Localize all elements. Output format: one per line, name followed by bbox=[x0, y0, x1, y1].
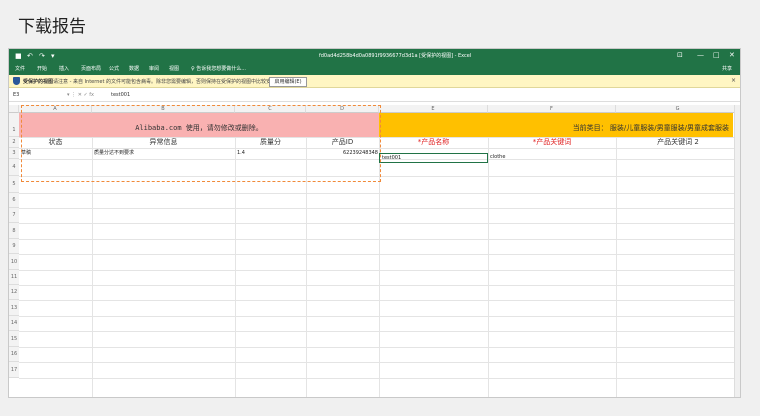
name-box[interactable]: E3 bbox=[13, 92, 59, 99]
row-header-7[interactable]: 7 bbox=[9, 208, 19, 223]
close-bar-icon[interactable]: × bbox=[731, 77, 736, 84]
customize-qat-icon[interactable]: ▾ bbox=[51, 51, 55, 61]
row-header-13[interactable]: 13 bbox=[9, 300, 19, 316]
row-header-8[interactable]: 8 bbox=[9, 223, 19, 239]
shield-icon bbox=[13, 77, 20, 85]
share-button[interactable]: 共享 bbox=[722, 65, 732, 72]
menu-data[interactable]: 数据 bbox=[129, 65, 139, 73]
save-icon[interactable]: ■ bbox=[15, 51, 22, 61]
minimize-icon[interactable]: — bbox=[697, 51, 704, 59]
tell-me-search[interactable]: ♀ 告诉我您想要做什么... bbox=[191, 65, 246, 73]
menu-page-layout[interactable]: 页面布局 bbox=[81, 65, 101, 73]
row-header-11[interactable]: 11 bbox=[9, 270, 19, 285]
menu-formulas[interactable]: 公式 bbox=[109, 65, 119, 73]
vertical-scrollbar[interactable] bbox=[734, 105, 740, 397]
row-header-5[interactable]: 5 bbox=[9, 176, 19, 193]
header-product-keyword[interactable]: *产品关键词 bbox=[488, 138, 616, 148]
cell-product-keyword-2[interactable] bbox=[618, 153, 738, 163]
protected-view-label: 受保护的视图 bbox=[23, 79, 54, 85]
gridline bbox=[488, 113, 489, 397]
column-header-e[interactable]: E bbox=[379, 105, 488, 113]
menu-file[interactable]: 文件 bbox=[15, 65, 25, 73]
row-header-17[interactable]: 17 bbox=[9, 362, 19, 378]
row-header-6[interactable]: 6 bbox=[9, 193, 19, 208]
gridline bbox=[616, 113, 617, 397]
row-header-15[interactable]: 15 bbox=[9, 331, 19, 347]
menu-home[interactable]: 开始 bbox=[37, 65, 47, 73]
highlight-box bbox=[21, 105, 381, 182]
row-header-16[interactable]: 16 bbox=[9, 347, 19, 362]
row-header-2[interactable]: 2 bbox=[9, 137, 19, 148]
formula-input[interactable]: test001 bbox=[111, 92, 130, 98]
maximize-icon[interactable]: □ bbox=[713, 51, 720, 59]
close-icon[interactable]: ✕ bbox=[729, 51, 735, 59]
menu-insert[interactable]: 插入 bbox=[59, 65, 69, 73]
row-header-9[interactable]: 9 bbox=[9, 239, 19, 254]
select-all-corner[interactable] bbox=[9, 105, 19, 113]
formula-bar: E3 ▾ ⋮ ✕ ✓ fx test001 bbox=[9, 91, 740, 102]
row-header-10[interactable]: 10 bbox=[9, 254, 19, 270]
column-header-g[interactable]: G bbox=[616, 105, 740, 113]
row-header-14[interactable]: 14 bbox=[9, 316, 19, 331]
menu-review[interactable]: 审阅 bbox=[149, 65, 159, 73]
window-title: fd0ad4d258b4d0a0891f9936677d3d1a [受保护的视图… bbox=[319, 53, 472, 59]
title-bar: ■ ↶ ↷ ▾ fd0ad4d258b4d0a0891f9936677d3d1a… bbox=[9, 49, 740, 75]
ribbon-display-icon[interactable]: ⊡ bbox=[677, 51, 683, 59]
protected-view-bar: 受保护的视图 请注意 - 来自 Internet 的文件可能包含病毒。除非您需要… bbox=[9, 75, 740, 88]
formula-icons: ▾ ⋮ ✕ ✓ fx bbox=[67, 92, 94, 98]
row-header-1[interactable]: 1 bbox=[9, 113, 19, 137]
excel-window: ■ ↶ ↷ ▾ fd0ad4d258b4d0a0891f9936677d3d1a… bbox=[8, 48, 741, 398]
enable-editing-button[interactable]: 启用编辑(E) bbox=[269, 77, 307, 87]
page-title: 下载报告 bbox=[18, 17, 86, 37]
cell-product-name-selected[interactable]: test001 bbox=[379, 153, 488, 163]
protected-view-message: 请注意 - 来自 Internet 的文件可能包含病毒。除非您需要编辑，否则保持… bbox=[53, 79, 282, 85]
menu-view[interactable]: 视图 bbox=[169, 65, 179, 73]
row-header-3[interactable]: 3 bbox=[9, 148, 19, 159]
row-header-12[interactable]: 12 bbox=[9, 285, 19, 300]
column-header-f[interactable]: F bbox=[488, 105, 616, 113]
undo-icon[interactable]: ↶ bbox=[27, 51, 33, 61]
cell-product-keyword[interactable]: clothe bbox=[490, 153, 615, 163]
header-product-keyword-2[interactable]: 产品关键词 2 bbox=[616, 138, 740, 148]
redo-icon[interactable]: ↷ bbox=[39, 51, 45, 61]
row-header-4[interactable]: 4 bbox=[9, 159, 19, 176]
header-product-name[interactable]: *产品名称 bbox=[379, 138, 488, 148]
banner-right[interactable]: 当前类目： 服装/儿童服装/男童服装/男童成套服装 bbox=[379, 113, 733, 137]
